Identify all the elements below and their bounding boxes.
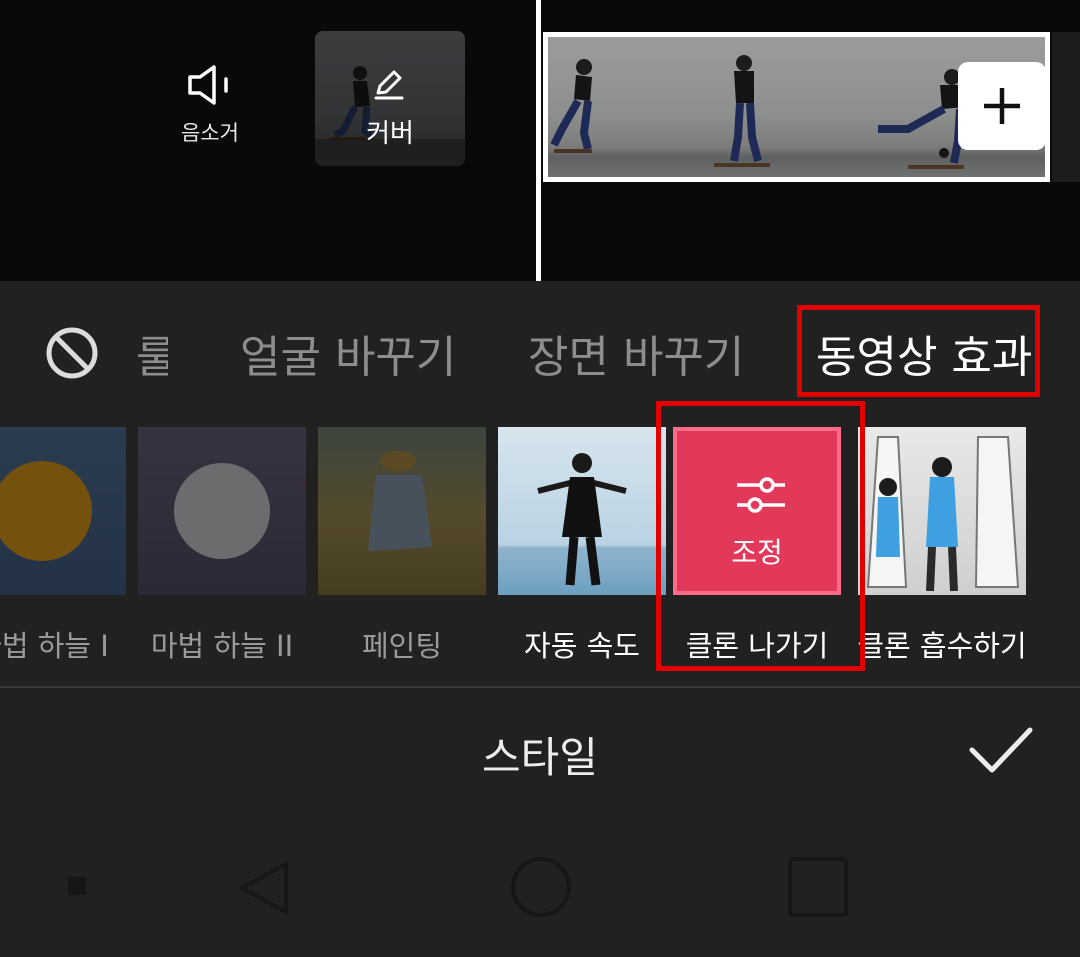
effect-item-auto-speed[interactable]: 자동 속도 — [498, 427, 666, 663]
add-clip-button[interactable] — [958, 62, 1046, 150]
effect-label: 마법 하늘 II — [150, 629, 294, 663]
mute-button[interactable]: 음소거 — [160, 55, 260, 155]
effect-thumbnail — [858, 427, 1026, 595]
effect-thumbnail — [0, 427, 126, 595]
speaker-icon — [188, 65, 228, 105]
dancer-graphic — [537, 453, 627, 586]
effect-thumbnail — [138, 427, 306, 595]
effect-label: 클론 흡수하기 — [857, 629, 1027, 663]
effect-thumbnail — [498, 427, 666, 595]
moon-graphic — [0, 461, 92, 561]
recent-apps-icon[interactable] — [787, 856, 849, 918]
check-icon[interactable] — [968, 724, 1034, 778]
tab-face-swap[interactable]: 얼굴 바꾸기 — [240, 321, 456, 385]
playhead[interactable] — [536, 0, 541, 281]
ban-icon[interactable] — [44, 325, 100, 381]
effect-label: 페인팅 — [361, 629, 443, 663]
system-nav-bar — [0, 820, 1080, 957]
tab-scene-swap[interactable]: 장면 바꾸기 — [528, 321, 744, 385]
pencil-icon — [374, 70, 404, 100]
home-icon[interactable] — [510, 856, 572, 918]
effect-highlight-box — [656, 401, 865, 671]
moon-graphic — [174, 463, 270, 559]
farmer-graphic — [368, 451, 432, 551]
cover-label: 커버 — [366, 119, 414, 149]
mute-label: 음소거 — [181, 121, 239, 145]
clone-graphic — [866, 436, 1020, 592]
tab-partial[interactable]: 룰 — [136, 321, 168, 385]
plus-icon — [984, 88, 1020, 124]
tab-highlight-box — [797, 305, 1040, 397]
effect-item-painting[interactable]: 페인팅 — [318, 427, 486, 663]
timeline-area: 음소거 커버 — [0, 0, 1080, 281]
effect-item-clone-absorb[interactable]: 클론 흡수하기 — [857, 427, 1027, 663]
effect-item-magic-sky-1[interactable]: 마법 하늘 I — [0, 427, 126, 663]
menu-icon[interactable] — [68, 877, 86, 895]
cover-button[interactable]: 커버 — [315, 31, 465, 166]
panel-title: 스타일 — [482, 733, 598, 782]
effect-item-magic-sky-2[interactable]: 마법 하늘 II — [138, 427, 306, 663]
divider — [0, 686, 1080, 688]
back-icon[interactable] — [236, 858, 292, 918]
next-clip-edge — [1052, 32, 1080, 182]
effect-thumbnail — [318, 427, 486, 595]
